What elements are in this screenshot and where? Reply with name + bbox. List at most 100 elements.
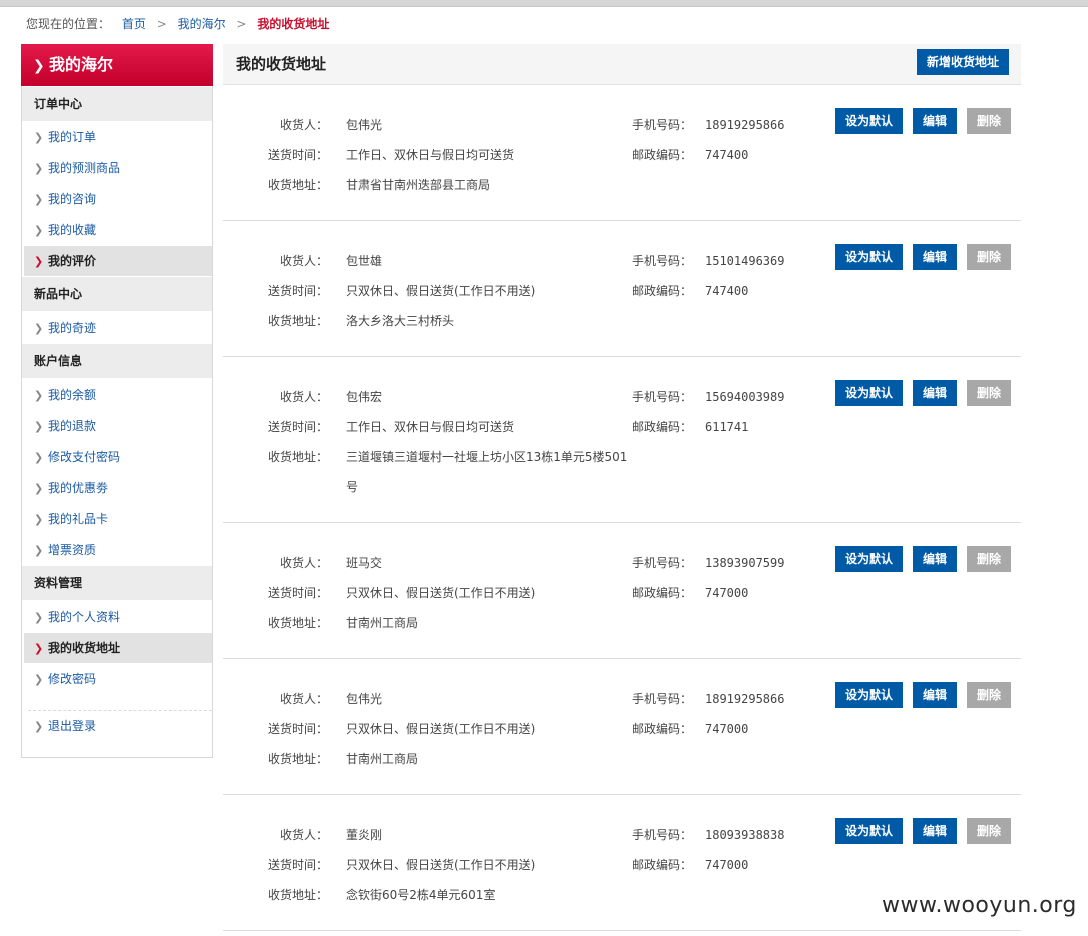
phone-label: 手机号码： <box>632 692 693 706</box>
postcode-label: 邮政编码： <box>632 858 693 872</box>
add-address-button[interactable]: 新增收货地址 <box>917 49 1009 75</box>
sidebar-item-change-password[interactable]: ❯ 修改密码 <box>24 664 212 694</box>
breadcrumb-myhaier-link[interactable]: 我的海尔 <box>178 17 226 31</box>
breadcrumb-home-link[interactable]: 首页 <box>122 17 146 31</box>
edit-button[interactable]: 编辑 <box>913 546 957 572</box>
receiver-label: 收货人： <box>279 828 328 842</box>
address-value: 甘南州工商局 <box>346 616 419 630</box>
sidebar-item-label: 修改支付密码 <box>48 450 121 464</box>
sidebar-item-label: 我的预测商品 <box>48 161 121 175</box>
receiver-label: 收货人： <box>279 118 328 132</box>
breadcrumb: 您现在的位置： 首页 > 我的海尔 > 我的收货地址 <box>26 15 329 33</box>
phone-label: 手机号码： <box>632 118 693 132</box>
address-label: 收货地址： <box>267 178 328 192</box>
chevron-right-icon: ❯ <box>34 162 44 175</box>
chevron-right-icon: ❯ <box>34 322 44 335</box>
receiver-value: 包伟光 <box>346 692 383 706</box>
delivery-time-value: 只双休日、假日送货(工作日不用送) <box>346 586 536 600</box>
chevron-right-icon: ❯ <box>34 513 44 526</box>
set-default-button[interactable]: 设为默认 <box>835 682 903 708</box>
sidebar-item-my-refunds[interactable]: ❯ 我的退款 <box>24 411 212 441</box>
set-default-button[interactable]: 设为默认 <box>835 380 903 406</box>
sidebar-item-vat-qualification[interactable]: ❯ 增票资质 <box>24 535 212 565</box>
set-default-button[interactable]: 设为默认 <box>835 108 903 134</box>
address-card: 收货人： 包世雄 手机号码： 15101496369 送货时间： 只双休日、假日… <box>223 221 1021 357</box>
delivery-time-value: 工作日、双休日与假日均可送货 <box>346 420 515 434</box>
sidebar-item-my-balance[interactable]: ❯ 我的余额 <box>24 380 212 410</box>
edit-button[interactable]: 编辑 <box>913 682 957 708</box>
chevron-right-icon: ❯ <box>34 420 44 433</box>
sidebar-item-label: 我的订单 <box>48 130 97 144</box>
sidebar-item-my-addresses[interactable]: ❯ 我的收货地址 <box>24 633 212 663</box>
sidebar-item-my-orders[interactable]: ❯ 我的订单 <box>24 122 212 152</box>
delivery-time-label: 送货时间： <box>267 284 328 298</box>
breadcrumb-prefix: 您现在的位置： <box>26 17 111 31</box>
chevron-right-icon: ❯ <box>34 389 44 402</box>
phone-value: 15101496369 <box>705 254 785 268</box>
address-label: 收货地址： <box>267 616 328 630</box>
sidebar-item-my-gift-cards[interactable]: ❯ 我的礼品卡 <box>24 504 212 534</box>
main-header: 我的收货地址 新增收货地址 <box>223 44 1021 85</box>
sidebar-item-my-reviews[interactable]: ❯ 我的评价 <box>24 246 212 276</box>
address-value: 念钦街60号2栋4单元601室 <box>346 888 496 902</box>
delete-button[interactable]: 删除 <box>967 380 1011 406</box>
address-value: 洛大乡洛大三村桥头 <box>346 314 455 328</box>
chevron-right-icon: ❯ <box>34 451 44 464</box>
phone-value: 18919295866 <box>705 118 785 132</box>
receiver-label: 收货人： <box>279 254 328 268</box>
address-card: 收货人： 包伟光 手机号码： 18919295866 送货时间： 工作日、双休日… <box>223 85 1021 221</box>
sidebar-item-my-profile[interactable]: ❯ 我的个人资料 <box>24 602 212 632</box>
edit-button[interactable]: 编辑 <box>913 380 957 406</box>
delete-button[interactable]: 删除 <box>967 682 1011 708</box>
receiver-label: 收货人： <box>279 390 328 404</box>
postcode-label: 邮政编码： <box>632 420 693 434</box>
chevron-right-icon: ❯ <box>34 482 44 495</box>
sidebar-item-label: 我的咨询 <box>48 192 97 206</box>
set-default-button[interactable]: 设为默认 <box>835 818 903 844</box>
sidebar-section-profile: 资料管理 <box>22 566 212 600</box>
delivery-time-label: 送货时间： <box>267 858 328 872</box>
delivery-time-value: 工作日、双休日与假日均可送货 <box>346 148 515 162</box>
edit-button[interactable]: 编辑 <box>913 108 957 134</box>
postcode-value: 747000 <box>705 858 749 872</box>
set-default-button[interactable]: 设为默认 <box>835 244 903 270</box>
address-label: 收货地址： <box>267 450 328 464</box>
receiver-value: 班马交 <box>346 556 383 570</box>
sidebar-item-my-predicted-goods[interactable]: ❯ 我的预测商品 <box>24 153 212 183</box>
sidebar-item-label: 我的余额 <box>48 388 97 402</box>
delivery-time-value: 只双休日、假日送货(工作日不用送) <box>346 284 536 298</box>
edit-button[interactable]: 编辑 <box>913 818 957 844</box>
address-label: 收货地址： <box>267 314 328 328</box>
chevron-right-icon: ❯ <box>34 255 44 268</box>
sidebar-item-my-miracle[interactable]: ❯ 我的奇迹 <box>24 313 212 343</box>
sidebar-item-label: 增票资质 <box>48 543 97 557</box>
sidebar-item-my-coupons[interactable]: ❯ 我的优惠劵 <box>24 473 212 503</box>
delete-button[interactable]: 删除 <box>967 818 1011 844</box>
sidebar-item-logout[interactable]: ❯ 退出登录 <box>24 711 212 741</box>
sidebar-item-label: 我的收货地址 <box>48 641 121 655</box>
sidebar-item-change-pay-password[interactable]: ❯ 修改支付密码 <box>24 442 212 472</box>
chevron-right-icon: ❯ <box>34 193 44 206</box>
delete-button[interactable]: 删除 <box>967 546 1011 572</box>
chevron-right-icon: ❯ <box>34 720 44 733</box>
postcode-label: 邮政编码： <box>632 722 693 736</box>
sidebar-item-label: 我的收藏 <box>48 223 97 237</box>
sidebar-item-label: 我的退款 <box>48 419 97 433</box>
delete-button[interactable]: 删除 <box>967 244 1011 270</box>
sidebar-item-label: 退出登录 <box>48 719 97 733</box>
delete-button[interactable]: 删除 <box>967 108 1011 134</box>
receiver-value: 董炎刚 <box>346 828 383 842</box>
chevron-right-icon: ❯ <box>34 544 44 557</box>
page-title: 我的收货地址 <box>236 55 327 73</box>
edit-button[interactable]: 编辑 <box>913 244 957 270</box>
sidebar-item-label: 修改密码 <box>48 672 97 686</box>
sidebar-item-my-inquiries[interactable]: ❯ 我的咨询 <box>24 184 212 214</box>
set-default-button[interactable]: 设为默认 <box>835 546 903 572</box>
postcode-value: 747000 <box>705 586 749 600</box>
sidebar-item-my-favorites[interactable]: ❯ 我的收藏 <box>24 215 212 245</box>
postcode-label: 邮政编码： <box>632 148 693 162</box>
phone-value: 13893907599 <box>705 556 785 570</box>
sidebar-header[interactable]: ❯ 我的海尔 <box>21 44 213 86</box>
sidebar-section-new-products: 新品中心 <box>22 277 212 311</box>
chevron-right-icon: ❯ <box>34 642 44 655</box>
